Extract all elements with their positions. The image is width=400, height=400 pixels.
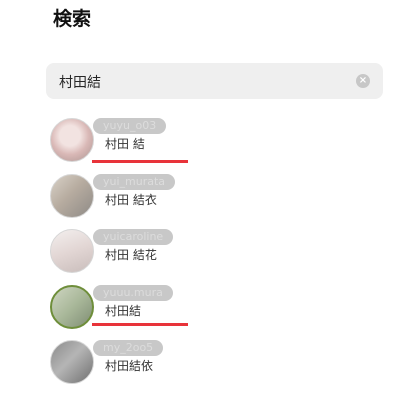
search-field[interactable]: 村田結 × — [46, 63, 383, 99]
username-label: yuyu_o03 — [93, 118, 167, 134]
full-name-label: 村田 結花 — [105, 248, 157, 262]
full-name-label: 村田 結衣 — [105, 193, 157, 207]
full-name-label: 村田 結 — [105, 137, 145, 151]
search-result-item[interactable]: yuicaroline 村田 結花 — [50, 229, 380, 275]
page-title: 検索 — [53, 8, 92, 30]
username-label: my_2oo5 — [93, 340, 164, 356]
avatar[interactable] — [50, 285, 94, 329]
search-result-item[interactable]: yuyu_o03 村田 結 — [50, 118, 380, 164]
clear-circle-icon[interactable]: × — [356, 74, 370, 88]
search-result-item[interactable]: yui_murata 村田 結衣 — [50, 174, 380, 220]
avatar[interactable] — [50, 174, 94, 218]
highlight-underline — [92, 160, 188, 163]
avatar[interactable] — [50, 118, 94, 162]
highlight-underline — [92, 323, 188, 326]
search-result-item[interactable]: my_2oo5 村田結依 — [50, 340, 380, 386]
username-label: yuicaroline — [93, 229, 174, 245]
search-input[interactable]: 村田結 — [59, 72, 101, 92]
username-label: yui_murata — [93, 174, 176, 190]
avatar[interactable] — [50, 340, 94, 384]
full-name-label: 村田結 — [105, 304, 142, 318]
username-label: yuuu.mura — [93, 285, 173, 301]
full-name-label: 村田結依 — [105, 359, 154, 373]
avatar[interactable] — [50, 229, 94, 273]
